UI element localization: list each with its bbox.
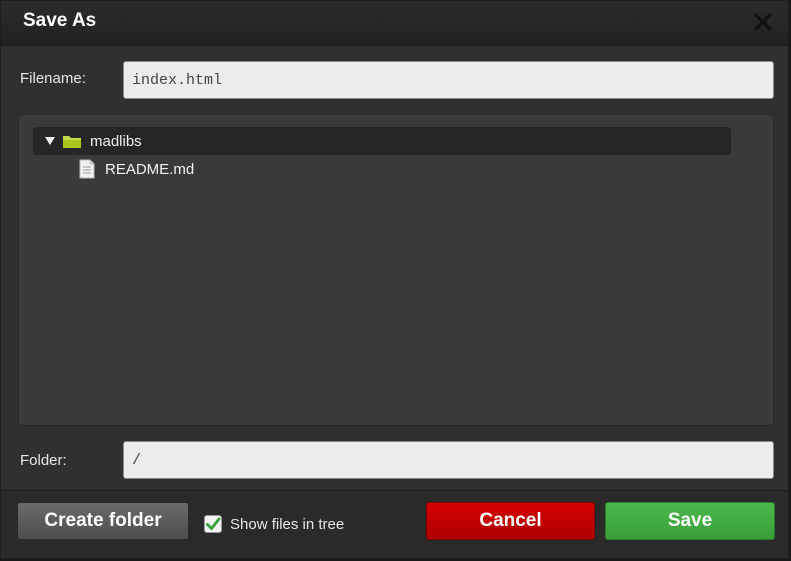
show-files-checkbox[interactable] xyxy=(204,515,222,533)
dialog-titlebar: Save As xyxy=(1,1,788,46)
checkmark-icon xyxy=(206,517,221,530)
save-button[interactable]: Save xyxy=(605,502,775,540)
folder-tree: madlibs README.md xyxy=(18,114,774,426)
cancel-button[interactable]: Cancel xyxy=(426,502,595,540)
folder-icon xyxy=(63,136,81,148)
file-icon xyxy=(79,159,95,179)
tree-item-madlibs[interactable]: madlibs xyxy=(33,127,731,155)
close-icon xyxy=(754,13,772,31)
tree-item-readme[interactable]: README.md xyxy=(79,155,194,183)
dialog-title: Save As xyxy=(23,10,97,31)
dialog-footer: Create folder Show files in tree Cancel … xyxy=(1,490,788,558)
show-files-toggle[interactable]: Show files in tree xyxy=(204,515,344,533)
filename-label: Filename: xyxy=(20,70,86,87)
save-as-dialog: Save As Filename: madlibs xyxy=(0,0,789,559)
close-button[interactable] xyxy=(750,9,776,35)
show-files-label: Show files in tree xyxy=(230,515,345,533)
expand-arrow-icon[interactable] xyxy=(44,135,56,147)
filename-input[interactable] xyxy=(123,61,774,99)
folder-label: Folder: xyxy=(20,452,67,469)
tree-item-label: madlibs xyxy=(90,132,142,150)
create-folder-button[interactable]: Create folder xyxy=(17,502,189,540)
tree-item-label: README.md xyxy=(105,160,195,178)
folder-input[interactable] xyxy=(123,441,774,479)
